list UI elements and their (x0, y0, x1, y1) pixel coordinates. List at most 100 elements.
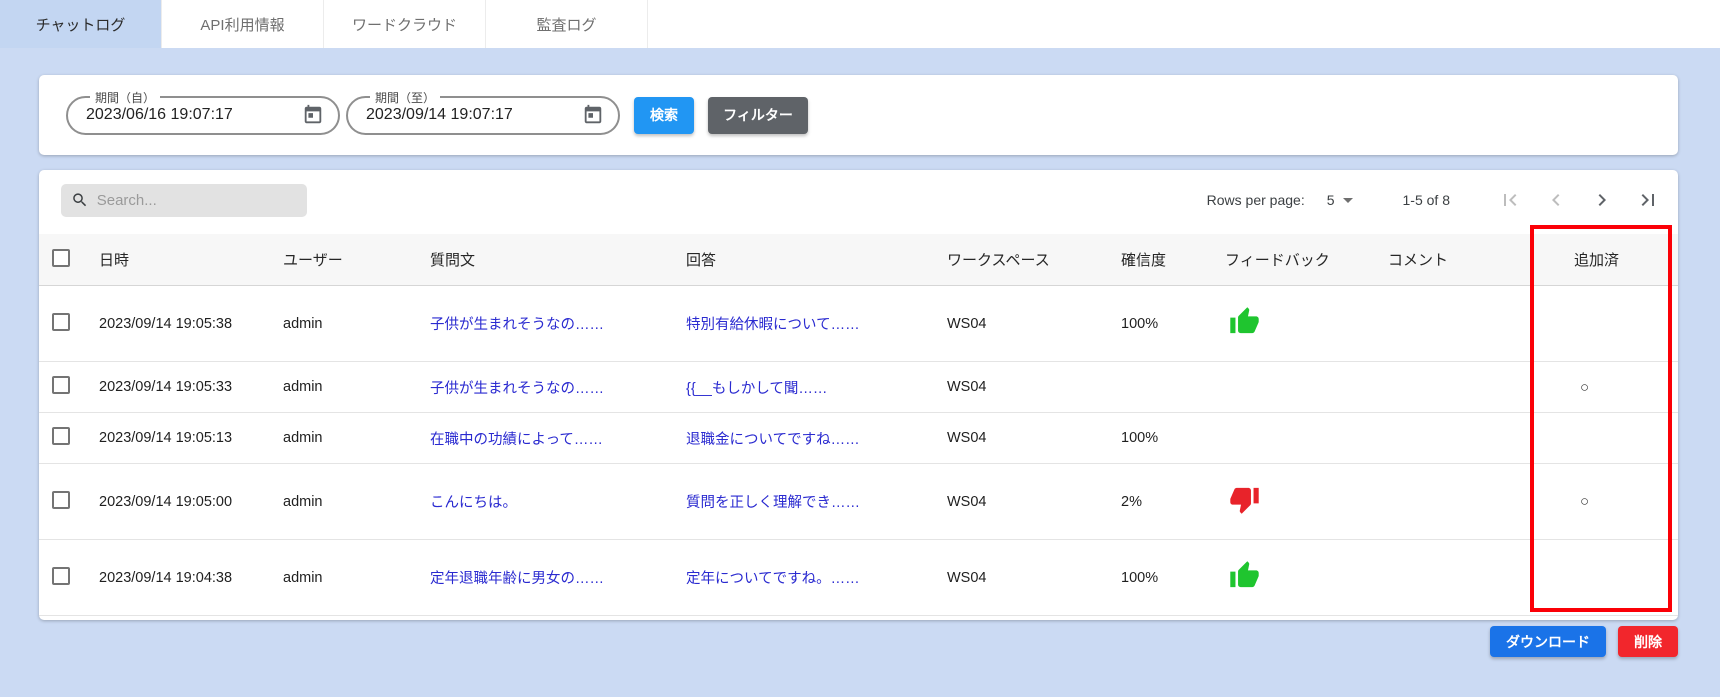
tab-api-usage[interactable]: API利用情報 (162, 0, 324, 48)
cell-workspace: WS04 (947, 494, 1121, 510)
table-row: 2023/09/14 19:05:00 admin こんにちは。 質問を正しく理… (39, 464, 1678, 540)
cell-user: admin (283, 316, 430, 332)
delete-button[interactable]: 削除 (1618, 626, 1678, 657)
date-to-label: 期間（至） (370, 89, 440, 106)
last-page-button[interactable] (1636, 188, 1660, 212)
tab-label: 監査ログ (536, 14, 596, 35)
date-to-field[interactable]: 期間（至） 2023/09/14 19:07:17 (346, 96, 620, 135)
cell-question-link[interactable]: 定年退職年齢に男女の…… (430, 567, 686, 588)
row-checkbox[interactable] (52, 491, 70, 509)
first-page-button[interactable] (1498, 188, 1522, 212)
tab-audit-log[interactable]: 監査ログ (486, 0, 648, 48)
column-header: コメント (1388, 249, 1574, 270)
added-mark: ○ (1574, 493, 1589, 510)
thumbs-up-icon (1229, 306, 1260, 341)
last-page-icon (1636, 188, 1660, 212)
footer-actions: ダウンロード 削除 (1490, 626, 1678, 657)
column-header: 回答 (686, 249, 947, 270)
pagination: Rows per page: 5 1-5 of 8 (1207, 188, 1660, 212)
search-button[interactable]: 検索 (634, 97, 694, 134)
cell-question-link[interactable]: 子供が生まれそうなの…… (430, 313, 686, 334)
cell-question-link[interactable]: 子供が生まれそうなの…… (430, 377, 686, 398)
rows-per-page-select[interactable]: 5 (1327, 192, 1353, 208)
chat-log-table-card: Rows per page: 5 1-5 of 8 日時ユーザー質問文回答ワーク… (39, 170, 1678, 620)
cell-datetime: 2023/09/14 19:05:00 (99, 494, 283, 510)
thumbs-up-icon (1229, 560, 1260, 595)
cell-feedback (1225, 560, 1388, 595)
cell-added: ○ (1574, 379, 1678, 396)
caret-down-icon (1343, 198, 1353, 203)
table-row: 2023/09/14 19:05:13 admin 在職中の功績によって…… 退… (39, 413, 1678, 464)
cell-datetime: 2023/09/14 19:04:38 (99, 570, 283, 586)
cell-workspace: WS04 (947, 430, 1121, 446)
first-page-icon (1498, 188, 1522, 212)
cell-workspace: WS04 (947, 570, 1121, 586)
tab-label: ワードクラウド (352, 14, 457, 35)
thumbs-down-icon (1229, 484, 1260, 519)
cell-user: admin (283, 379, 430, 395)
download-button[interactable]: ダウンロード (1490, 626, 1606, 657)
cell-user: admin (283, 430, 430, 446)
cell-answer-link[interactable]: 質問を正しく理解でき…… (686, 491, 947, 512)
table-row: 2023/09/14 19:05:33 admin 子供が生まれそうなの…… {… (39, 362, 1678, 413)
search-box[interactable] (61, 184, 307, 217)
next-page-button[interactable] (1590, 188, 1614, 212)
cell-answer-link[interactable]: 特別有給休暇について…… (686, 313, 947, 334)
table-row: 2023/09/14 19:04:38 admin 定年退職年齢に男女の…… 定… (39, 540, 1678, 616)
search-icon (71, 190, 89, 210)
cell-feedback (1225, 306, 1388, 341)
tab-label: チャットログ (36, 14, 126, 35)
column-header: 確信度 (1121, 249, 1225, 270)
tab-word-cloud[interactable]: ワードクラウド (324, 0, 486, 48)
date-from-value: 2023/06/16 19:07:17 (86, 106, 302, 124)
cell-datetime: 2023/09/14 19:05:13 (99, 430, 283, 446)
rows-per-page-label: Rows per page: (1207, 192, 1305, 208)
prev-page-button[interactable] (1544, 188, 1568, 212)
cell-confidence: 100% (1121, 316, 1225, 332)
added-mark: ○ (1574, 379, 1589, 396)
date-from-field[interactable]: 期間（自） 2023/06/16 19:07:17 (66, 96, 340, 135)
column-header: フィードバック (1225, 249, 1388, 270)
table-header-row: 日時ユーザー質問文回答ワークスペース確信度フィードバックコメント追加済 (39, 234, 1678, 286)
chevron-right-icon (1590, 188, 1614, 212)
cell-user: admin (283, 494, 430, 510)
column-header: 日時 (99, 249, 283, 270)
column-header: 追加済 (1574, 249, 1678, 270)
cell-user: admin (283, 570, 430, 586)
cell-answer-link[interactable]: 定年についてですね。…… (686, 567, 947, 588)
cell-datetime: 2023/09/14 19:05:33 (99, 379, 283, 395)
row-checkbox[interactable] (52, 376, 70, 394)
filter-button[interactable]: フィルター (708, 97, 808, 134)
tab-bar: チャットログ API利用情報 ワードクラウド 監査ログ (0, 0, 1720, 48)
date-to-value: 2023/09/14 19:07:17 (366, 106, 582, 124)
date-from-label: 期間（自） (90, 89, 160, 106)
search-input[interactable] (97, 192, 297, 209)
table-body: 2023/09/14 19:05:38 admin 子供が生まれそうなの…… 特… (39, 286, 1678, 616)
calendar-icon[interactable] (582, 104, 604, 126)
calendar-icon[interactable] (302, 104, 324, 126)
cell-workspace: WS04 (947, 316, 1121, 332)
cell-added: ○ (1574, 493, 1678, 510)
cell-confidence: 100% (1121, 570, 1225, 586)
cell-workspace: WS04 (947, 379, 1121, 395)
column-header: ワークスペース (947, 249, 1121, 270)
row-checkbox[interactable] (52, 427, 70, 445)
column-header: ユーザー (283, 249, 430, 270)
table-row: 2023/09/14 19:05:38 admin 子供が生まれそうなの…… 特… (39, 286, 1678, 362)
cell-answer-link[interactable]: {{__もしかして聞…… (686, 377, 947, 398)
cell-confidence: 100% (1121, 430, 1225, 446)
cell-feedback (1225, 484, 1388, 519)
cell-question-link[interactable]: 在職中の功績によって…… (430, 428, 686, 449)
cell-answer-link[interactable]: 退職金についてですね…… (686, 428, 947, 449)
column-header: 質問文 (430, 249, 686, 270)
pagination-range: 1-5 of 8 (1403, 192, 1450, 208)
chevron-left-icon (1544, 188, 1568, 212)
select-all-checkbox[interactable] (52, 249, 70, 267)
rows-per-page-value: 5 (1327, 192, 1335, 208)
tab-chat-log[interactable]: チャットログ (0, 0, 162, 48)
cell-datetime: 2023/09/14 19:05:38 (99, 316, 283, 332)
row-checkbox[interactable] (52, 313, 70, 331)
row-checkbox[interactable] (52, 567, 70, 585)
cell-question-link[interactable]: こんにちは。 (430, 491, 686, 512)
cell-confidence: 2% (1121, 494, 1225, 510)
